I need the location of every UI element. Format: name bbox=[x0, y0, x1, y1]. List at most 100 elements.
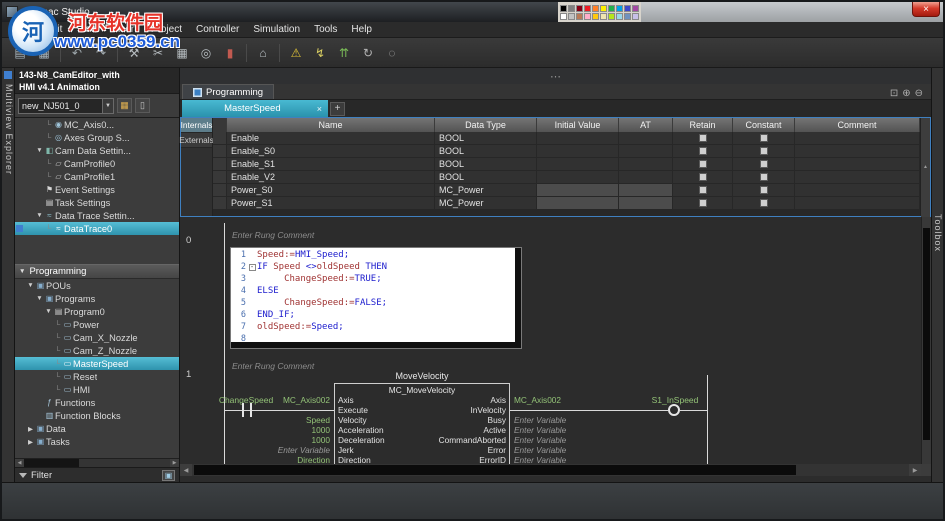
column-header-at[interactable]: AT bbox=[619, 118, 673, 132]
cell-comment[interactable] bbox=[795, 171, 920, 184]
tree-item-mc-axis0[interactable]: └ ◉ MC_Axis0... bbox=[15, 118, 179, 131]
scroll-left-button[interactable]: ◀ bbox=[15, 459, 24, 467]
cell-retain[interactable] bbox=[673, 132, 733, 145]
table-row[interactable]: Power_S1 MC_Power bbox=[213, 197, 920, 210]
open-button[interactable]: ▤ bbox=[9, 42, 31, 64]
go-online-button[interactable]: ⇈ bbox=[333, 42, 355, 64]
fb-output-operand[interactable]: Enter Variable bbox=[514, 415, 664, 425]
column-header-retain[interactable]: Retain bbox=[673, 118, 733, 132]
retain-checkbox[interactable] bbox=[698, 199, 707, 207]
cell-name[interactable]: Enable_V2 bbox=[227, 171, 435, 184]
column-header-name[interactable]: Name bbox=[227, 118, 435, 132]
tree-item-program0[interactable]: ▼ ▤ Program0 bbox=[15, 305, 179, 318]
cell-constant[interactable] bbox=[733, 158, 795, 171]
constant-checkbox[interactable] bbox=[759, 173, 768, 181]
cell-initial-value[interactable] bbox=[537, 184, 619, 197]
tab-close-icon[interactable]: × bbox=[317, 104, 322, 114]
cell-initial-value[interactable] bbox=[537, 197, 619, 210]
cell-comment[interactable] bbox=[795, 197, 920, 210]
tree-expander-icon[interactable]: ▼ bbox=[35, 295, 44, 302]
constant-checkbox[interactable] bbox=[759, 160, 768, 168]
fb-input-operand[interactable]: Enter Variable bbox=[218, 445, 330, 455]
st-code-line[interactable]: 4 ELSE bbox=[231, 285, 514, 297]
cell-at[interactable] bbox=[619, 197, 673, 210]
tab-internals[interactable]: Internals bbox=[181, 118, 212, 133]
cell-comment[interactable] bbox=[795, 145, 920, 158]
tree-expander-icon[interactable]: ▼ bbox=[44, 308, 53, 315]
cell-data-type[interactable]: BOOL bbox=[435, 158, 537, 171]
cell-name[interactable]: Power_S1 bbox=[227, 197, 435, 210]
monitor-button[interactable]: ◌ bbox=[381, 42, 403, 64]
row-selector[interactable] bbox=[213, 197, 227, 210]
scrollbar-thumb[interactable] bbox=[24, 459, 79, 467]
fb-input-operand[interactable] bbox=[218, 405, 330, 415]
cell-retain[interactable] bbox=[673, 184, 733, 197]
constant-checkbox[interactable] bbox=[759, 199, 768, 207]
cell-retain[interactable] bbox=[673, 145, 733, 158]
function-block[interactable]: MC_MoveVelocity Axis Axis Execute InVelocit… bbox=[334, 383, 510, 469]
tree-expander-icon[interactable]: ▶ bbox=[26, 425, 35, 433]
ladder-vertical-scrollbar[interactable] bbox=[921, 217, 931, 464]
watch-button[interactable]: ▮ bbox=[219, 42, 241, 64]
retain-checkbox[interactable] bbox=[698, 147, 707, 155]
column-header-data-type[interactable]: Data Type bbox=[435, 118, 537, 132]
menu-file[interactable]: File bbox=[8, 24, 38, 35]
filter-settings-button[interactable]: ▣ bbox=[162, 469, 175, 481]
cell-constant[interactable] bbox=[733, 145, 795, 158]
rung-0-comment[interactable]: Enter Rung Comment bbox=[232, 230, 314, 240]
tree-expander-icon[interactable]: ▼ bbox=[35, 147, 44, 154]
redo-button[interactable]: ↷ bbox=[90, 42, 112, 64]
scrollbar-track[interactable] bbox=[24, 459, 170, 467]
cell-data-type[interactable]: MC_Power bbox=[435, 184, 537, 197]
menu-help[interactable]: Help bbox=[344, 24, 379, 35]
row-selector[interactable] bbox=[213, 132, 227, 145]
cell-name[interactable]: Enable bbox=[227, 132, 435, 145]
cell-data-type[interactable]: BOOL bbox=[435, 145, 537, 158]
tree-item-task-settings[interactable]: ▤ Task Settings bbox=[15, 196, 179, 209]
rung-0-number[interactable]: 0 bbox=[186, 235, 191, 246]
tree-item-data[interactable]: ▶ ▣ Data bbox=[15, 422, 179, 435]
fb-input-operand[interactable]: 1000 bbox=[218, 435, 330, 445]
column-header-comment[interactable]: Comment bbox=[795, 118, 920, 132]
check-program-button[interactable]: ⚠ bbox=[285, 42, 307, 64]
row-selector[interactable] bbox=[213, 171, 227, 184]
st-code-line[interactable]: 3 ChangeSpeed:=TRUE; bbox=[231, 273, 514, 285]
tree-item-masterspeed[interactable]: └ ▭ MasterSpeed bbox=[15, 357, 179, 370]
row-selector[interactable] bbox=[213, 184, 227, 197]
add-tab-button[interactable]: + bbox=[330, 101, 345, 116]
device-selector[interactable]: new_NJ501_0 ▼ bbox=[18, 97, 114, 114]
tree-expander-icon[interactable]: ▼ bbox=[35, 212, 44, 219]
controller-status-button[interactable]: ▦ bbox=[117, 98, 132, 113]
multiview-explorer-strip[interactable]: Multiview Explorer bbox=[2, 68, 15, 482]
cell-initial-value[interactable] bbox=[537, 132, 619, 145]
st-code-line[interactable]: 6 END_IF; bbox=[231, 309, 514, 321]
row-selector[interactable] bbox=[213, 158, 227, 171]
cell-initial-value[interactable] bbox=[537, 145, 619, 158]
table-row[interactable]: Enable BOOL bbox=[213, 132, 920, 145]
fb-instance-name[interactable]: MoveVelocity bbox=[334, 371, 510, 381]
ladder-editor[interactable]: 0 Enter Rung Comment 1 Speed:=HMI_Speed; 2… bbox=[180, 217, 931, 482]
cell-comment[interactable] bbox=[795, 158, 920, 171]
variable-table-button[interactable]: ▦ bbox=[171, 42, 193, 64]
tree-expander-icon[interactable]: ▼ bbox=[26, 282, 35, 289]
constant-checkbox[interactable] bbox=[759, 147, 768, 155]
cut-button[interactable]: ✂ bbox=[147, 42, 169, 64]
st-code-line[interactable]: 8 bbox=[231, 333, 514, 341]
cell-at[interactable] bbox=[619, 132, 673, 145]
tree-expander-icon[interactable]: ▶ bbox=[26, 438, 35, 446]
st-code-line[interactable]: 5 ChangeSpeed:=FALSE; bbox=[231, 297, 514, 309]
menu-insert[interactable]: Insert bbox=[105, 24, 144, 35]
cell-constant[interactable] bbox=[733, 197, 795, 210]
cell-comment[interactable] bbox=[795, 132, 920, 145]
table-row[interactable]: Enable_V2 BOOL bbox=[213, 171, 920, 184]
fb-input-operand[interactable]: 1000 bbox=[218, 425, 330, 435]
ladder-horizontal-scrollbar[interactable]: ◀ ▶ bbox=[180, 464, 921, 476]
table-row[interactable]: Power_S0 MC_Power bbox=[213, 184, 920, 197]
tree-item-hmi[interactable]: └ ▭ HMI bbox=[15, 383, 179, 396]
rung-1-comment[interactable]: Enter Rung Comment bbox=[232, 361, 314, 371]
cell-at[interactable] bbox=[619, 171, 673, 184]
cell-retain[interactable] bbox=[673, 197, 733, 210]
cell-constant[interactable] bbox=[733, 184, 795, 197]
cell-data-type[interactable]: BOOL bbox=[435, 171, 537, 184]
fb-output-operand[interactable] bbox=[514, 405, 664, 415]
